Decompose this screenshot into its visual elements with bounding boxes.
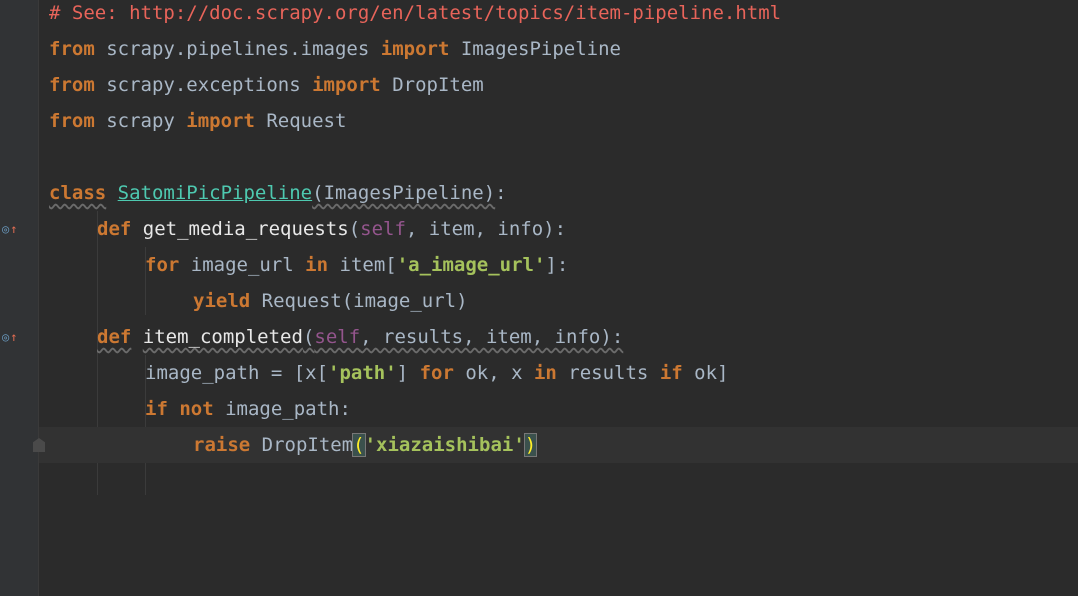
code-token: if [145,398,168,420]
code-line[interactable]: for image_url in item['a_image_url']: [39,247,1078,283]
code-token: from [49,74,95,96]
code-token: scrapy.pipelines.images [94,38,381,60]
code-token: in [305,254,329,276]
code-token: import [186,110,255,132]
override-method-icon[interactable]: ◎↑ [2,330,22,344]
code-token: for [145,254,180,276]
code-token: ok, x [453,362,534,384]
code-token: image_path = [x[ [145,362,329,384]
code-token: scrapy.exceptions [94,74,313,96]
code-line[interactable]: image_path = [x['path'] for ok, x in res… [39,355,1078,391]
code-token: , results, item, info): [360,326,624,348]
code-token: (ImagesPipeline) [312,182,496,204]
code-token: ok] [682,362,729,384]
code-token: in [533,362,557,384]
code-token: item[ [328,254,397,276]
code-token: scrapy [94,110,187,132]
code-token: ] [396,362,420,384]
code-token: image_url [179,254,306,276]
code-line[interactable]: from scrapy.pipelines.images import Imag… [39,31,1078,67]
code-line[interactable] [39,139,1078,175]
code-token: results [556,362,660,384]
override-method-icon[interactable]: ◎↑ [2,222,22,236]
code-line[interactable]: # See: http://doc.scrapy.org/en/latest/t… [39,0,1078,31]
code-token: def [97,326,132,348]
code-token: Request [254,110,347,132]
code-token: image_path: [213,398,351,420]
code-token: not [179,398,214,420]
code-token: ImagesPipeline [449,38,621,60]
code-token: import [312,74,381,96]
code-token: get_media_requests [142,218,349,240]
code-token: Request(image_url) [250,290,468,312]
code-token: for [419,362,454,384]
editor-gutter[interactable] [0,0,38,596]
code-line[interactable]: yield Request(image_url) [39,283,1078,319]
code-line[interactable]: def get_media_requests(self, item, info)… [39,211,1078,247]
code-line[interactable]: class SatomiPicPipeline(ImagesPipeline): [39,175,1078,211]
code-token: from [49,110,95,132]
code-token: 'path' [328,362,397,384]
code-token: def [97,218,132,240]
code-token: self [314,326,361,348]
code-token: from [49,38,95,60]
code-token: # See: http://doc.scrapy.org/en/latest/t… [49,2,782,24]
code-token: ( [302,326,315,348]
code-token: DropItem [380,74,484,96]
code-token: ( [348,218,361,240]
code-line[interactable]: from scrapy import Request [39,103,1078,139]
code-token: if [659,362,683,384]
code-token: import [380,38,450,60]
code-token: raise [193,434,251,456]
code-editor[interactable]: # See: http://doc.scrapy.org/en/latest/t… [39,0,1078,596]
code-token: yield [193,290,251,312]
code-token: SatomiPicPipeline [117,182,313,204]
code-line[interactable]: from scrapy.exceptions import DropItem [39,67,1078,103]
code-line[interactable]: if not image_path: [39,391,1078,427]
code-token: class [49,182,107,204]
code-token: : [495,182,507,204]
code-token: 'xiazaishibai' [364,434,525,456]
code-token: 'a_image_url' [396,254,546,276]
code-token: DropItem [250,434,354,456]
code-token: , item, info): [405,218,567,240]
code-line-current[interactable]: raise DropItem('xiazaishibai') [39,427,1078,463]
code-token: ]: [545,254,569,276]
code-line[interactable]: def item_completed(self, results, item, … [39,319,1078,355]
code-token: ( [352,433,366,457]
code-token: ) [523,433,538,457]
code-token: item_completed [142,326,303,348]
code-token: self [360,218,406,240]
